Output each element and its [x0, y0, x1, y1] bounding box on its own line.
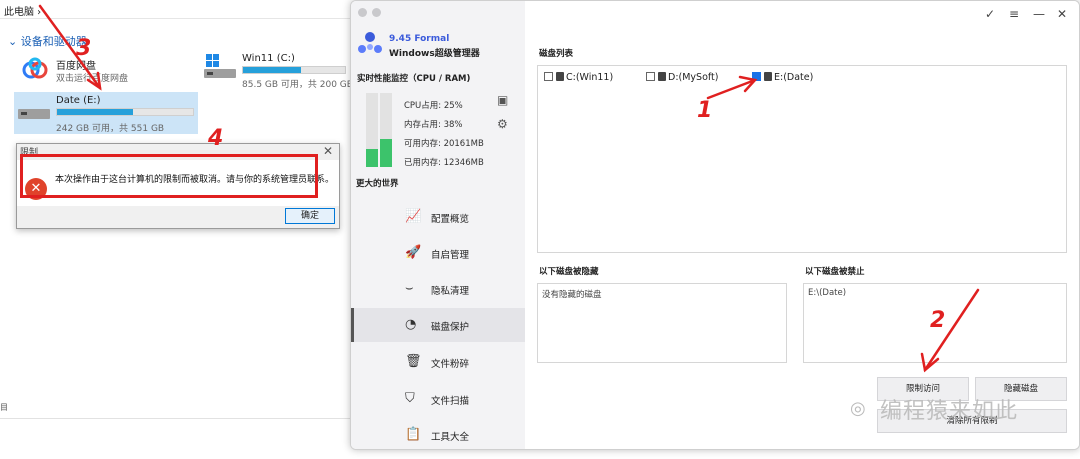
- wechat-icon: ◎: [850, 398, 866, 419]
- watermark: 编程猿来如此: [880, 399, 1019, 424]
- annotation-number: 4: [208, 126, 224, 151]
- annotation-number: 2: [930, 308, 946, 333]
- annotation-arrows: [38, 4, 980, 373]
- annotation-number: 3: [76, 36, 92, 61]
- annotation-number: 1: [697, 98, 713, 123]
